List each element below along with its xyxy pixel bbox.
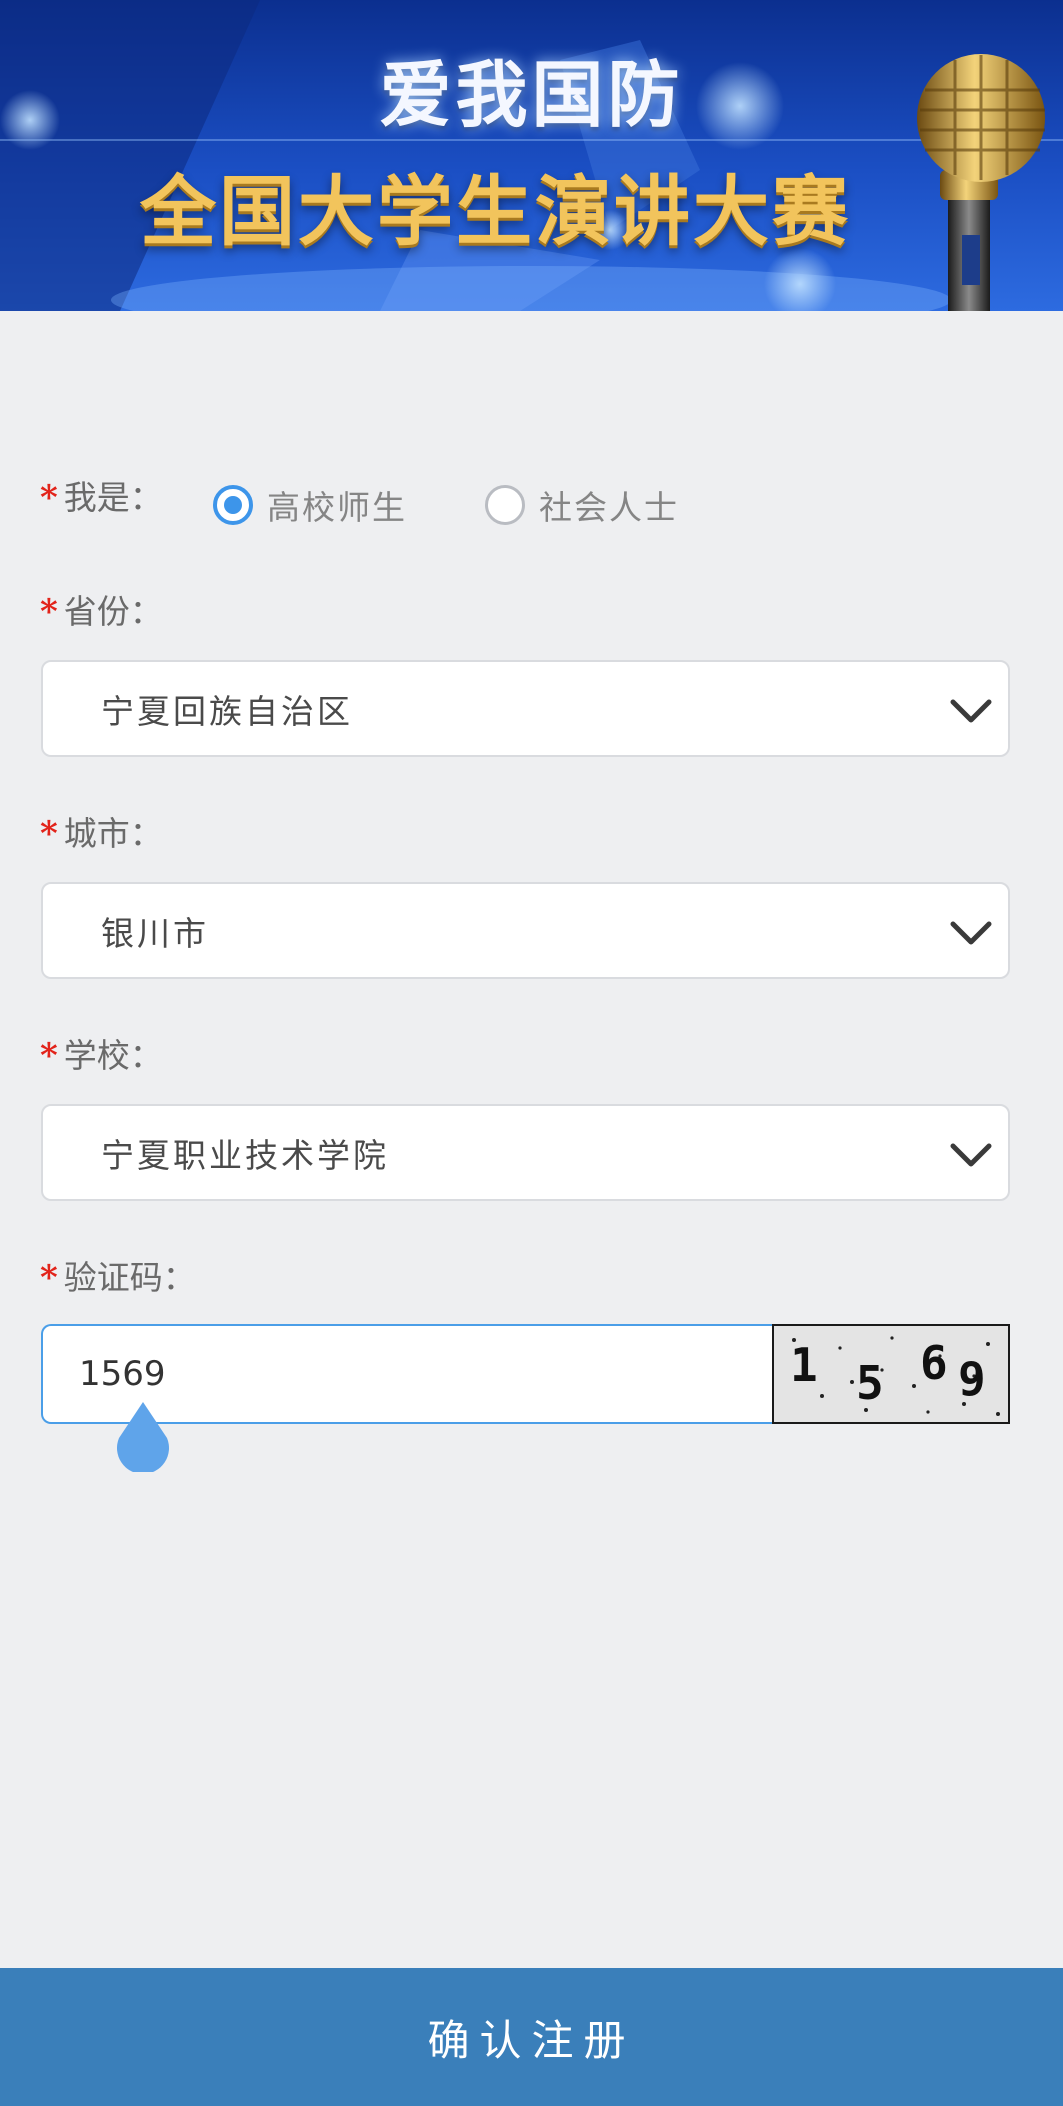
registration-page: 爱我国防 全国大学生演讲大赛 * 我是： 高校师生 社会人士 * 省份： 宁夏回族自… <box>0 0 1063 2106</box>
radio-unchecked-icon <box>485 485 525 525</box>
required-mark: * <box>40 1258 58 1298</box>
radio-option-public-label: 社会人士 <box>539 488 679 527</box>
radio-option-public[interactable]: 社会人士 <box>485 483 679 527</box>
city-label: * 城市： <box>40 814 163 854</box>
required-mark: * <box>40 478 58 518</box>
text-cursor-handle-icon[interactable] <box>113 1400 173 1472</box>
identity-label: * 我是： <box>40 478 163 518</box>
province-select-value: 宁夏回族自治区 <box>101 691 353 731</box>
captcha-char: 5 <box>856 1356 884 1410</box>
province-label: * 省份： <box>40 592 163 632</box>
chevron-down-icon <box>950 699 992 723</box>
required-mark: * <box>40 1036 58 1076</box>
school-select[interactable]: 宁夏职业技术学院 <box>41 1104 1010 1201</box>
chevron-down-icon <box>950 921 992 945</box>
chevron-down-icon <box>950 1143 992 1167</box>
province-select[interactable]: 宁夏回族自治区 <box>41 660 1010 757</box>
required-mark: * <box>40 592 58 632</box>
confirm-register-button[interactable]: 确认注册 <box>0 1968 1063 2106</box>
captcha-char: 6 <box>920 1336 948 1390</box>
city-label-text: 城市： <box>63 814 163 853</box>
banner-title-line1: 爱我国防 <box>379 53 684 137</box>
school-label: * 学校： <box>40 1036 163 1076</box>
contest-banner: 爱我国防 全国大学生演讲大赛 <box>0 0 1063 311</box>
city-select-value: 银川市 <box>101 913 209 953</box>
required-mark: * <box>40 814 58 854</box>
captcha-char: 9 <box>958 1352 986 1406</box>
confirm-register-label: 确认注册 <box>427 2015 636 2065</box>
captcha-row: 1 5 6 9 <box>41 1324 1010 1424</box>
radio-option-student[interactable]: 高校师生 <box>213 483 407 527</box>
city-select[interactable]: 银川市 <box>41 882 1010 979</box>
captcha-label-text: 验证码： <box>63 1258 196 1297</box>
captcha-label: * 验证码： <box>40 1258 196 1298</box>
school-select-value: 宁夏职业技术学院 <box>101 1135 389 1175</box>
school-label-text: 学校： <box>63 1036 163 1075</box>
banner-title-line2: 全国大学生演讲大赛 <box>140 167 851 256</box>
captcha-char: 1 <box>790 1338 818 1392</box>
radio-checked-icon <box>213 485 253 525</box>
province-label-text: 省份： <box>63 592 163 631</box>
radio-option-student-label: 高校师生 <box>267 488 407 527</box>
identity-label-text: 我是： <box>63 478 163 517</box>
captcha-image[interactable]: 1 5 6 9 <box>772 1324 1010 1424</box>
